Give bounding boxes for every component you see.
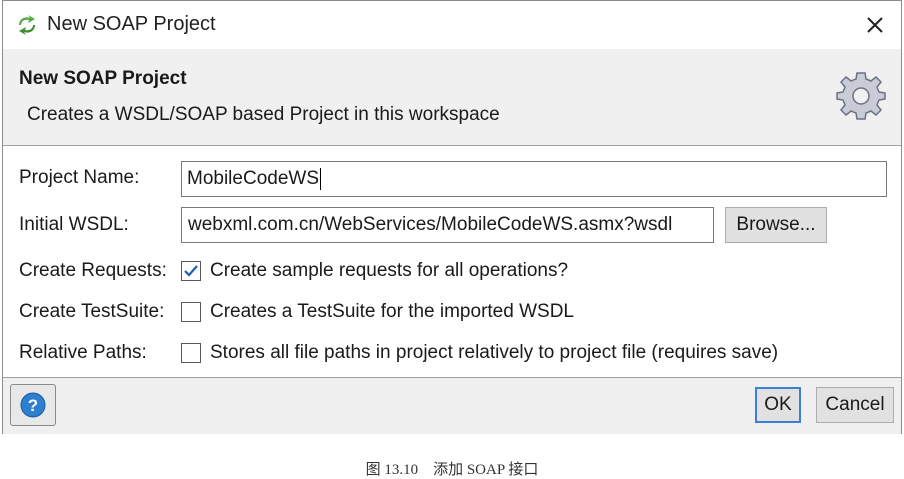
cancel-button[interactable]: Cancel bbox=[816, 387, 894, 423]
project-name-input[interactable]: MobileCodeWS bbox=[181, 161, 887, 197]
browse-button[interactable]: Browse... bbox=[725, 207, 827, 243]
checkmark-icon bbox=[184, 265, 198, 277]
initial-wsdl-input[interactable]: webxml.com.cn/WebServices/MobileCodeWS.a… bbox=[181, 207, 714, 243]
create-requests-checkbox[interactable] bbox=[181, 261, 201, 281]
relative-paths-label: Relative Paths: bbox=[19, 342, 147, 363]
soapui-icon bbox=[19, 15, 35, 35]
create-testsuite-label: Create TestSuite: bbox=[19, 301, 165, 322]
create-requests-label: Create Requests: bbox=[19, 260, 167, 281]
dialog-footer: ? OK Cancel bbox=[3, 377, 901, 434]
relative-paths-option[interactable]: Stores all file paths in project relativ… bbox=[210, 342, 778, 364]
ok-button[interactable]: OK bbox=[755, 387, 801, 423]
create-requests-option[interactable]: Create sample requests for all operation… bbox=[210, 260, 568, 282]
project-form: Project Name: MobileCodeWS Initial WSDL:… bbox=[3, 146, 901, 376]
gear-icon bbox=[836, 72, 886, 120]
initial-wsdl-label: Initial WSDL: bbox=[19, 214, 129, 235]
banner-description: Creates a WSDL/SOAP based Project in thi… bbox=[27, 104, 500, 125]
banner-title: New SOAP Project bbox=[19, 68, 187, 89]
header-banner: New SOAP Project Creates a WSDL/SOAP bas… bbox=[3, 49, 901, 146]
create-testsuite-option[interactable]: Creates a TestSuite for the imported WSD… bbox=[210, 301, 574, 323]
window-title: New SOAP Project bbox=[47, 13, 216, 35]
relative-paths-checkbox[interactable] bbox=[181, 343, 201, 363]
text-caret bbox=[320, 167, 321, 190]
new-soap-project-dialog: New SOAP Project New SOAP Project Create… bbox=[2, 0, 902, 434]
figure-caption: 图 13.10 添加 SOAP 接口 bbox=[365, 462, 539, 478]
project-name-value: MobileCodeWS bbox=[187, 168, 319, 189]
help-button[interactable]: ? bbox=[10, 384, 56, 426]
svg-text:?: ? bbox=[28, 396, 38, 415]
title-bar[interactable]: New SOAP Project bbox=[3, 1, 901, 49]
create-testsuite-checkbox[interactable] bbox=[181, 302, 201, 322]
initial-wsdl-value: webxml.com.cn/WebServices/MobileCodeWS.a… bbox=[188, 214, 673, 235]
close-icon[interactable] bbox=[859, 9, 891, 41]
help-icon: ? bbox=[20, 392, 46, 418]
project-name-label: Project Name: bbox=[19, 167, 140, 188]
